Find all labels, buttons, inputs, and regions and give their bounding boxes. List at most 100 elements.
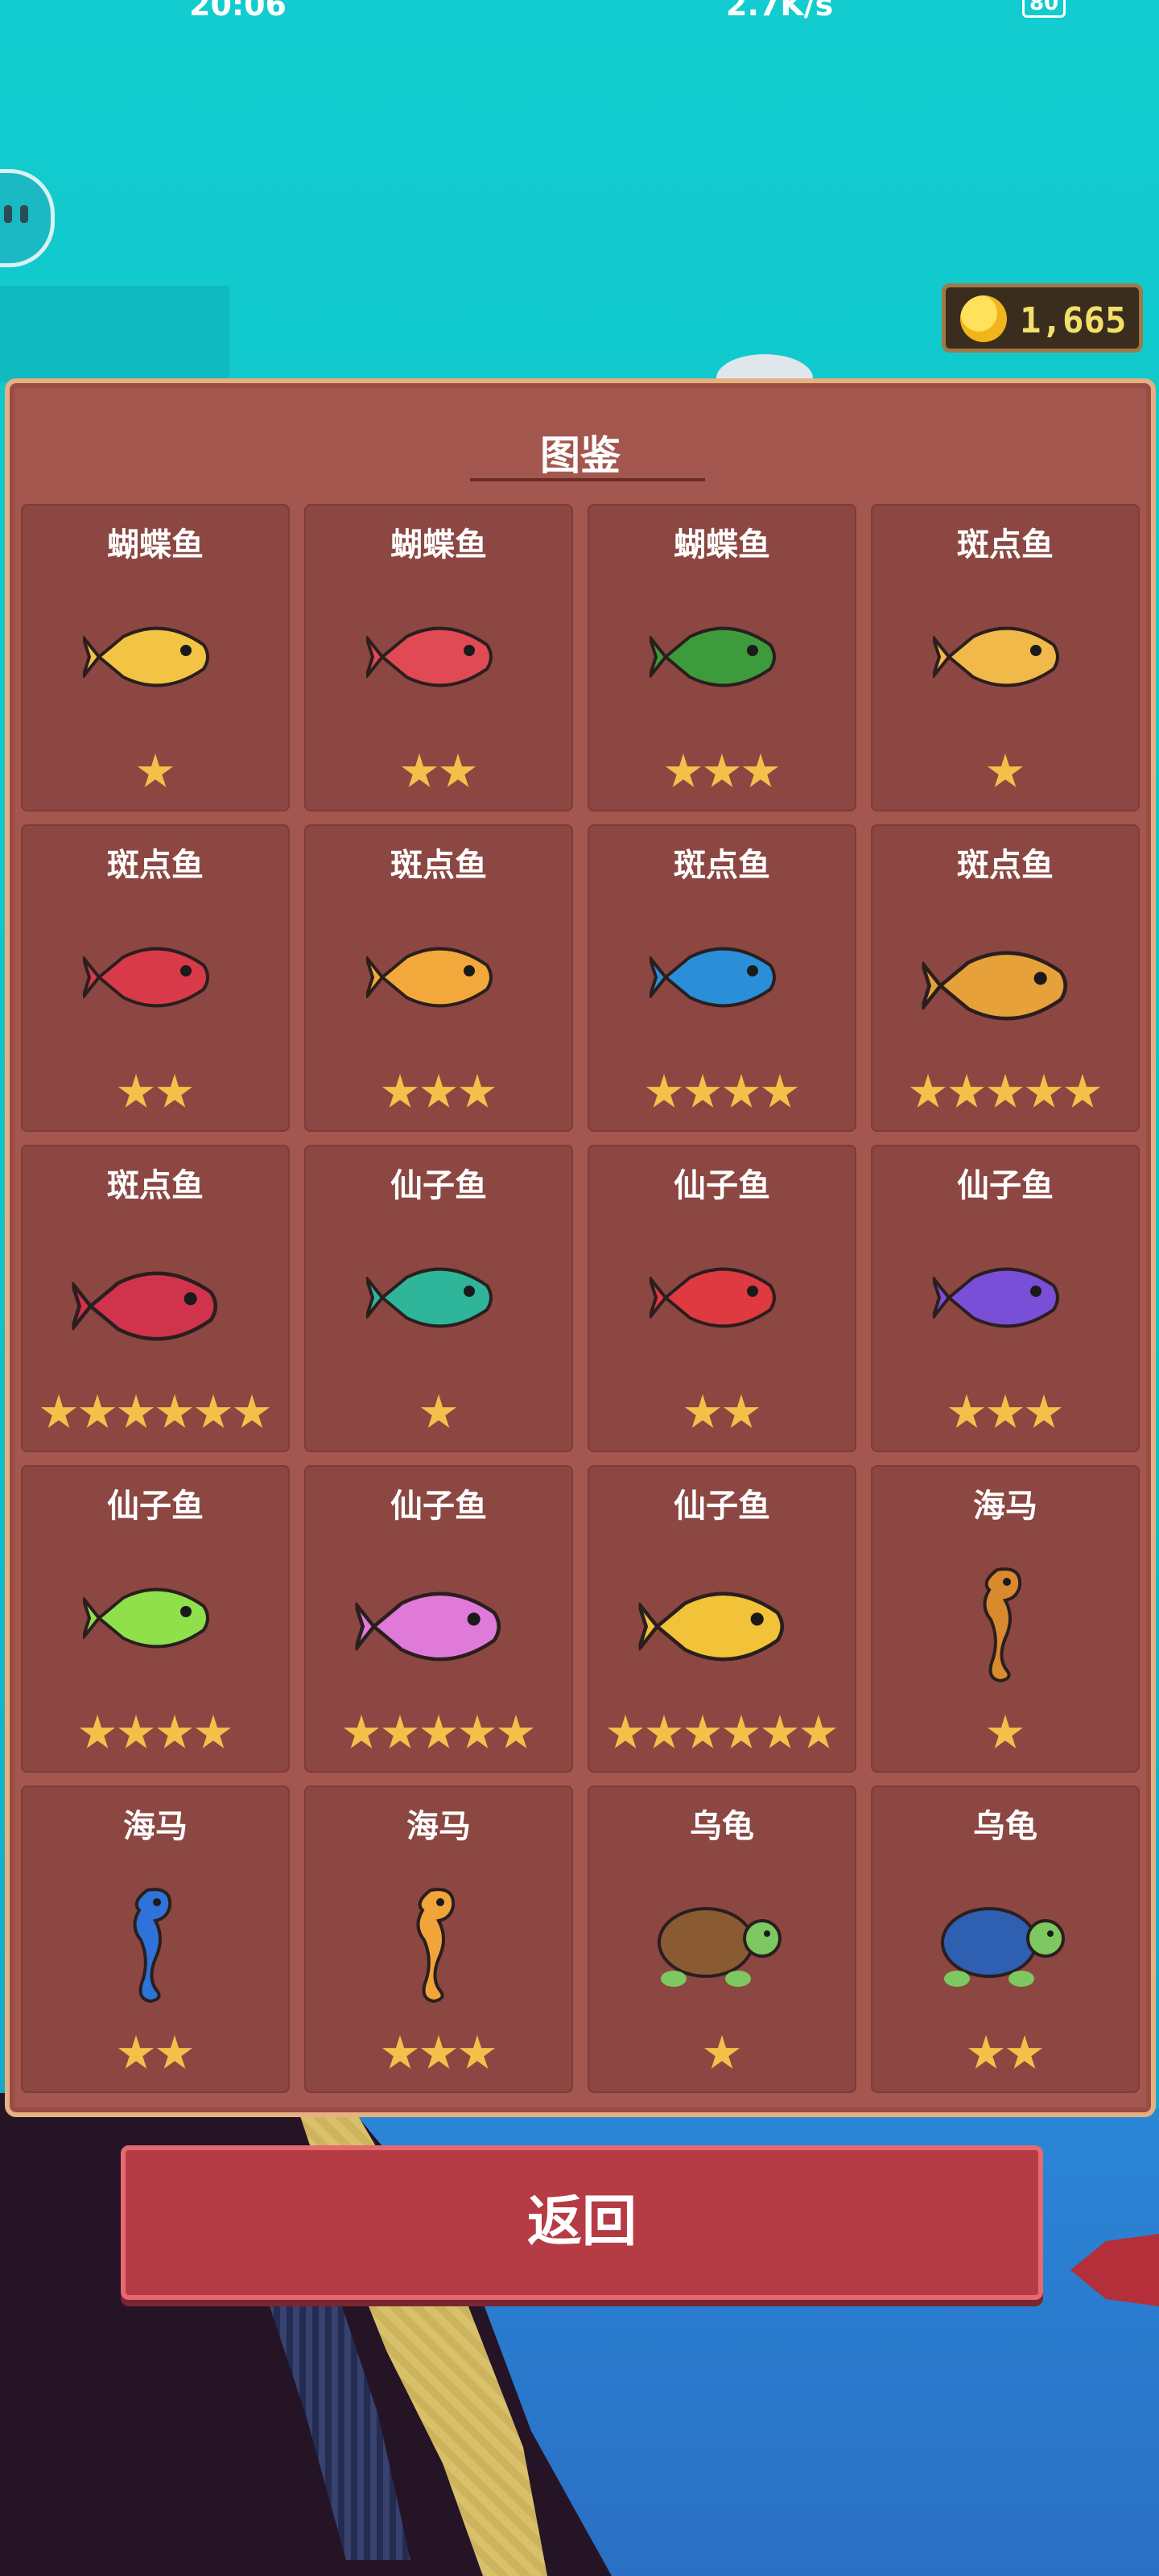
card-name: 仙子鱼 (390, 1167, 487, 1204)
star-icon (156, 1074, 193, 1108)
card-name: 斑点鱼 (107, 847, 204, 884)
album-card-seahorse-orange[interactable]: 海马 (871, 1465, 1140, 1773)
turtle-blue-icon (933, 1882, 1078, 2006)
star-icon (723, 1394, 760, 1428)
spotfish-red-cyan-icon (70, 1241, 239, 1374)
album-card-spotfish-blue[interactable]: 斑点鱼 (588, 824, 856, 1132)
album-card-spotfish-gold[interactable]: 斑点鱼 (871, 824, 1140, 1132)
title-divider (470, 478, 705, 481)
card-name: 仙子鱼 (674, 1488, 770, 1525)
album-card-fairyfish-red-white[interactable]: 仙子鱼 (588, 1145, 856, 1452)
star-icon (40, 1394, 77, 1428)
card-name: 海马 (123, 1808, 188, 1845)
star-icon (118, 1074, 155, 1108)
star-rating (304, 1715, 573, 1755)
fairyfish-lime-icon (81, 1562, 228, 1678)
album-card-fairyfish-purple[interactable]: 仙子鱼 (871, 1145, 1140, 1452)
fishing-tab[interactable] (0, 286, 229, 649)
star-icon (761, 1715, 798, 1748)
album-card-seahorse-blue[interactable]: 海马 (21, 1785, 290, 2093)
star-icon (118, 2035, 155, 2069)
star-rating (588, 2035, 856, 2075)
status-time: 20:06 (189, 0, 287, 23)
star-icon (645, 1715, 683, 1748)
card-name: 蝴蝶鱼 (390, 526, 487, 564)
star-icon (118, 1394, 155, 1428)
album-card-turtle-brown[interactable]: 乌龟 (588, 1785, 856, 2093)
card-name: 乌龟 (973, 1808, 1037, 1845)
star-rating (588, 1715, 856, 1755)
album-card-fairyfish-teal[interactable]: 仙子鱼 (304, 1145, 573, 1452)
card-name: 斑点鱼 (957, 526, 1054, 564)
album-title: 图鉴 (540, 432, 621, 479)
star-icon (742, 753, 779, 787)
star-icon (723, 1715, 760, 1748)
album-card-spotfish-orange[interactable]: 斑点鱼 (304, 824, 573, 1132)
star-icon (156, 2035, 193, 2069)
album-card-fairyfish-yellow-white[interactable]: 仙子鱼 (588, 1465, 856, 1773)
seahorse-orange-icon (949, 1562, 1062, 1694)
star-icon (723, 1074, 760, 1108)
star-rating (21, 1074, 290, 1114)
star-icon (703, 753, 740, 787)
album-card-fairyfish-lime[interactable]: 仙子鱼 (21, 1465, 290, 1773)
star-icon (987, 1715, 1024, 1748)
star-icon (79, 1715, 116, 1748)
card-name: 蝴蝶鱼 (107, 526, 204, 564)
star-rating (871, 1394, 1140, 1435)
star-icon (703, 2035, 740, 2069)
star-icon (665, 753, 702, 787)
seahorse-gold-icon (382, 1882, 495, 2014)
album-card-spotfish-red[interactable]: 斑点鱼 (21, 824, 290, 1132)
star-icon (987, 1074, 1024, 1108)
star-icon (420, 1074, 457, 1108)
card-name: 乌龟 (690, 1808, 754, 1845)
card-name: 斑点鱼 (674, 847, 770, 884)
album-panel: 图鉴 蝴蝶鱼 蝴蝶鱼 蝴蝶鱼 斑点鱼 斑点鱼 斑点鱼 斑点鱼 斑点鱼 斑点鱼 仙… (5, 378, 1156, 2117)
spotfish-blue-icon (648, 921, 794, 1037)
star-rating (304, 2035, 573, 2075)
star-icon (195, 1715, 232, 1748)
star-icon (420, 2035, 457, 2069)
album-card-seahorse-gold[interactable]: 海马 (304, 1785, 573, 2093)
album-card-fairyfish-pink[interactable]: 仙子鱼 (304, 1465, 573, 1773)
fairyfish-red-white-icon (648, 1241, 794, 1357)
avatar-eye-icon (4, 205, 12, 223)
star-icon (343, 1715, 380, 1748)
album-card-butterflyfish-yellow[interactable]: 蝴蝶鱼 (21, 504, 290, 811)
status-network-rate: 2.7K/s (726, 0, 834, 23)
star-icon (195, 1394, 232, 1428)
star-icon (1025, 1074, 1062, 1108)
card-name: 斑点鱼 (390, 847, 487, 884)
album-card-turtle-blue[interactable]: 乌龟 (871, 1785, 1140, 2093)
album-card-butterflyfish-green-yellow[interactable]: 蝴蝶鱼 (588, 504, 856, 811)
star-rating (871, 1074, 1140, 1114)
star-icon (156, 1715, 193, 1748)
card-name: 斑点鱼 (957, 847, 1054, 884)
star-icon (909, 1074, 947, 1108)
star-icon (382, 1715, 419, 1748)
star-icon (79, 1394, 116, 1428)
status-bar: 20:06 2.7K/s 80 (0, 0, 1159, 27)
back-button[interactable]: 返回 (121, 2145, 1043, 2300)
butterflyfish-yellow-icon (81, 601, 228, 716)
star-icon (987, 1394, 1024, 1428)
butterflyfish-green-yellow-icon (648, 601, 794, 716)
battery-icon: 80 (1022, 0, 1066, 18)
star-icon (607, 1715, 644, 1748)
star-icon (382, 1074, 419, 1108)
fairyfish-pink-icon (353, 1562, 522, 1695)
avatar-eye-icon (20, 205, 28, 223)
star-rating (871, 753, 1140, 794)
star-rating (21, 753, 290, 794)
album-card-butterflyfish-red-green[interactable]: 蝴蝶鱼 (304, 504, 573, 811)
star-icon (800, 1715, 837, 1748)
album-card-spotfish-red-cyan[interactable]: 斑点鱼 (21, 1145, 290, 1452)
album-card-spotfish-yellow[interactable]: 斑点鱼 (871, 504, 1140, 811)
star-icon (948, 1394, 985, 1428)
star-icon (1025, 1394, 1062, 1428)
card-name: 仙子鱼 (390, 1488, 487, 1525)
star-icon (1064, 1074, 1101, 1108)
star-icon (645, 1074, 683, 1108)
star-icon (118, 1715, 155, 1748)
